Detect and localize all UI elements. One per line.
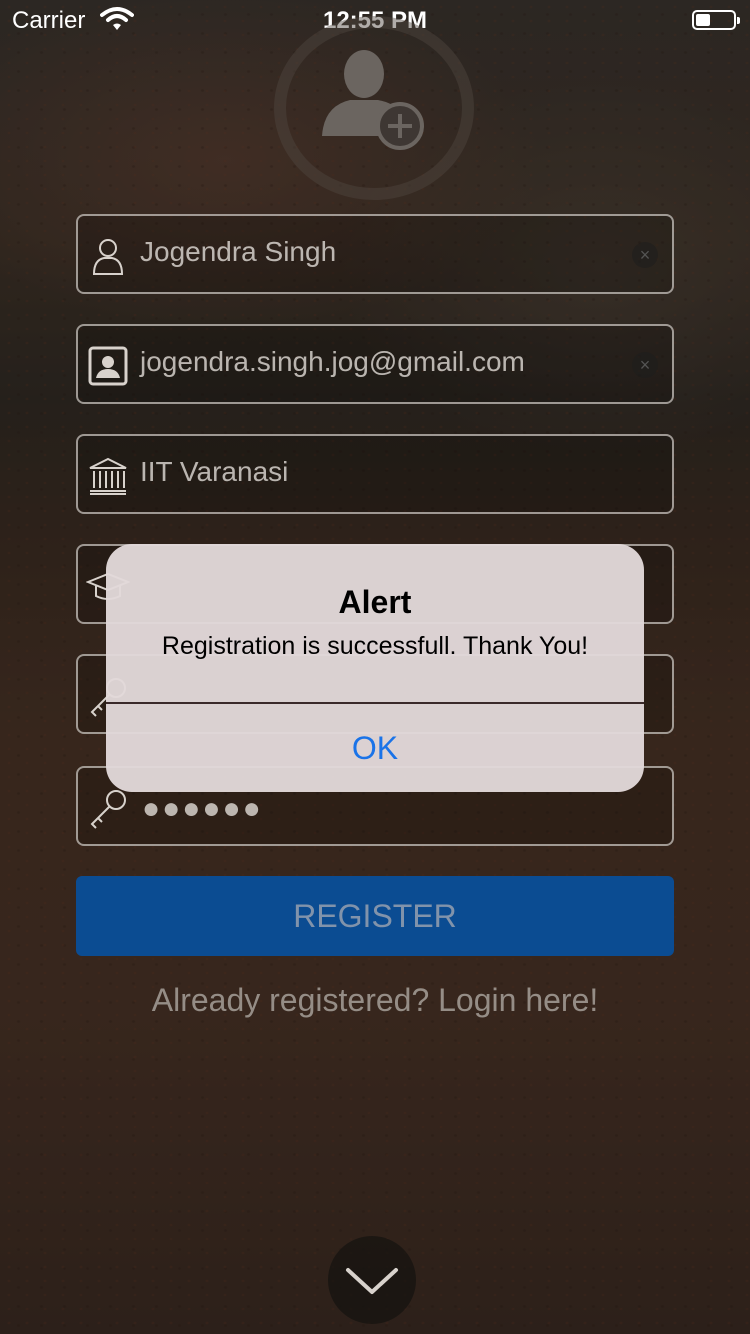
password-mask: ●●●●●● bbox=[142, 792, 263, 825]
login-link[interactable]: Already registered? Login here! bbox=[0, 982, 750, 1019]
institution-icon bbox=[86, 454, 130, 498]
key-icon bbox=[86, 786, 130, 830]
name-field[interactable]: Jogendra Singh × bbox=[76, 214, 674, 294]
clear-name-icon[interactable]: × bbox=[632, 242, 658, 268]
college-value: IIT Varanasi bbox=[140, 456, 289, 487]
contact-card-icon bbox=[86, 344, 130, 388]
clear-email-icon[interactable]: × bbox=[632, 352, 658, 378]
add-user-icon[interactable] bbox=[314, 44, 434, 159]
alert-title: Alert bbox=[338, 584, 412, 620]
scroll-down-button[interactable] bbox=[328, 1236, 416, 1324]
register-button[interactable]: REGISTER bbox=[76, 876, 674, 956]
alert-message: Registration is successfull. Thank You! bbox=[161, 632, 589, 660]
name-value: Jogendra Singh bbox=[140, 236, 337, 267]
person-icon bbox=[86, 234, 130, 278]
chevron-down-icon bbox=[346, 1268, 398, 1294]
battery-icon bbox=[692, 10, 740, 30]
email-value: jogendra.singh.jog@gmail.com bbox=[140, 346, 525, 377]
alert-dialog: Alert Registration is successfull. Thank… bbox=[106, 544, 644, 792]
email-field[interactable]: jogendra.singh.jog@gmail.com × bbox=[76, 324, 674, 404]
college-field[interactable]: IIT Varanasi bbox=[76, 434, 674, 514]
alert-ok-button[interactable]: OK bbox=[106, 704, 644, 792]
